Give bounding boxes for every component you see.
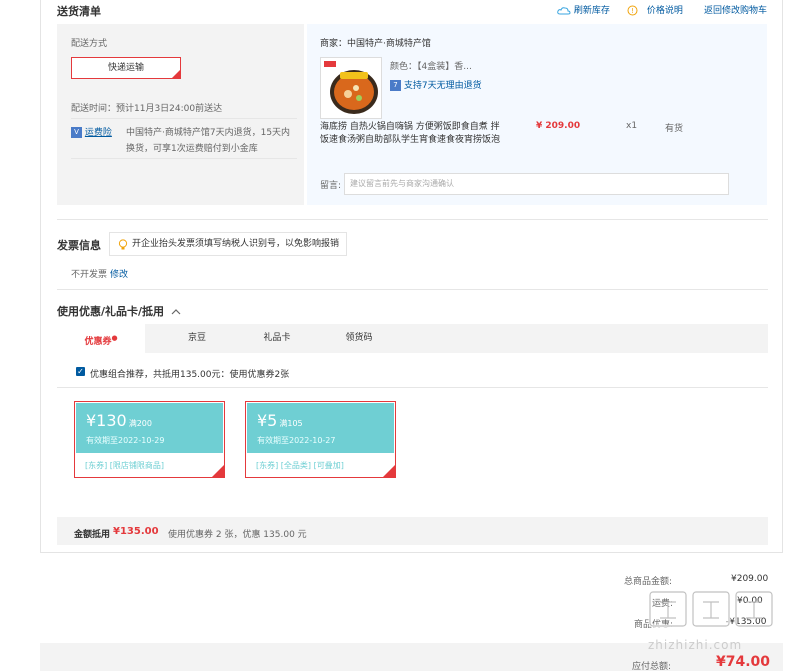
watermark: zhizhizhi.com xyxy=(648,588,788,652)
refresh-stock-label: 刷新库存 xyxy=(573,6,610,16)
recommend-text: 优惠组合推荐，共抵用135.00元：使用优惠券2张 xyxy=(90,370,290,380)
coupon-tags: [东券] [全品类] [可叠加] xyxy=(256,461,344,470)
lightbulb-icon xyxy=(118,239,128,250)
selected-corner-icon xyxy=(383,465,395,477)
info-circle-icon: ! xyxy=(627,5,638,16)
goods-total-label: 总商品金额: xyxy=(624,577,673,587)
freight-insurance-desc: 中国特产·商城特产馆7天内退货，15天内 换货，可享1次运费赔付到小金库 xyxy=(126,125,296,157)
tab-coupon-label: 优惠券 xyxy=(84,337,112,347)
message-label: 留言: xyxy=(320,181,342,191)
invoice-status: 不开发票 xyxy=(71,270,108,280)
goods-total-value: ¥209.00 xyxy=(731,574,769,584)
coupon-condition: 满200 xyxy=(128,419,152,428)
payable-value: ¥74.00 xyxy=(716,654,771,670)
coupon-amount-value: ¥130 xyxy=(86,411,127,430)
discount-title[interactable]: 使用优惠/礼品卡/抵用 xyxy=(57,303,181,319)
tab-pickup-code[interactable]: 领货码 xyxy=(329,324,389,353)
price-info-link[interactable]: ! 价格说明 xyxy=(627,3,683,16)
coupon-expiry: 有效期至2022-10-29 xyxy=(86,436,165,445)
divider xyxy=(71,118,297,119)
chevron-up-icon xyxy=(171,309,181,315)
coupon-card[interactable]: ¥5 满105 有效期至2022-10-27 [东券] [全品类] [可叠加] xyxy=(245,401,396,478)
back-to-cart-link[interactable]: 返回修改购物车 xyxy=(704,3,767,16)
coupon-header: ¥130 满200 有效期至2022-10-29 xyxy=(76,403,223,453)
hotpot-product-thumbnail-icon xyxy=(321,58,381,118)
return-policy-label: 支持7天无理由退货 xyxy=(403,81,482,91)
refresh-stock-link[interactable]: 刷新库存 xyxy=(557,3,610,16)
product-name-line: 海底捞 自热火锅自嗨锅 方便粥饭即食自煮 拌 xyxy=(320,122,500,132)
selected-corner-icon xyxy=(172,70,180,78)
product-name-line: 饭速食汤粥自助部队学生宵食速食夜宵捞饭泡 xyxy=(320,135,501,145)
coupon-card[interactable]: ¥130 满200 有效期至2022-10-29 [东券] [限店铺限商品] xyxy=(74,401,225,478)
product-quantity: x1 xyxy=(626,121,638,131)
recommend-checkbox[interactable]: ✓ xyxy=(76,367,85,376)
discount-title-label: 使用优惠/礼品卡/抵用 xyxy=(57,305,165,318)
freight-insurance-desc-line: 换货，可享1次运费赔付到小金库 xyxy=(126,144,258,154)
tab-gift-card[interactable]: 礼品卡 xyxy=(247,324,307,353)
coupon-expiry: 有效期至2022-10-27 xyxy=(257,436,336,445)
discount-total-value: ¥135.00 xyxy=(113,526,159,537)
shipping-method-label: 配送方式 xyxy=(71,39,108,49)
tab-jingdou[interactable]: 京豆 xyxy=(167,324,227,353)
payable-label: 应付总额: xyxy=(632,662,672,671)
shield-icon: V xyxy=(71,127,82,138)
invoice-modify-link[interactable]: 修改 xyxy=(110,267,128,280)
coupon-amount: ¥130 满200 xyxy=(86,411,152,430)
coupon-header: ¥5 满105 有效期至2022-10-27 xyxy=(247,403,394,453)
invoice-title: 发票信息 xyxy=(57,239,101,252)
freight-insurance-label: 运费险 xyxy=(84,128,112,138)
freight-insurance-desc-line: 中国特产·商城特产馆7天内退货，15天内 xyxy=(126,128,291,138)
return-policy: 7 支持7天无理由退货 xyxy=(390,78,482,91)
freight-insurance-badge[interactable]: V 运费险 xyxy=(71,125,112,138)
discount-tabs: 优惠券● 京豆 礼品卡 领货码 xyxy=(57,324,768,353)
express-shipping-button[interactable]: 快递运输 xyxy=(71,57,181,79)
invoice-tip: 开企业抬头发票须填写纳税人识别号，以免影响报销 xyxy=(109,232,347,256)
selected-corner-icon xyxy=(212,465,224,477)
discount-footer xyxy=(57,517,768,545)
discount-total-desc: 使用优惠券 2 张，优惠 135.00 元 xyxy=(168,530,307,540)
return-icon: 7 xyxy=(390,80,401,91)
divider xyxy=(57,219,768,220)
cloud-refresh-icon xyxy=(557,6,571,14)
delivery-time: 配送时间：预计11月3日24:00前送达 xyxy=(71,104,223,114)
coupon-amount-value: ¥5 xyxy=(257,411,278,430)
coupon-amount: ¥5 满105 xyxy=(257,411,303,430)
message-input[interactable]: 建议留言前先与商家沟通确认 xyxy=(344,173,729,195)
invoice-tip-text: 开企业抬头发票须填写纳税人识别号，以免影响报销 xyxy=(132,239,340,249)
coupon-tags: [东券] [限店铺限商品] xyxy=(85,461,165,470)
svg-text:!: ! xyxy=(631,7,634,15)
product-image[interactable] xyxy=(320,57,382,119)
coupon-condition: 满105 xyxy=(279,419,303,428)
shipping-panel xyxy=(57,24,304,205)
checkout-page: 送货清单 刷新库存 ! 价格说明 返回修改购物车 配送方式 快递运输 配送时间：… xyxy=(0,0,793,671)
price-info-label: 价格说明 xyxy=(646,6,683,16)
tab-coupon[interactable]: 优惠券● xyxy=(57,324,145,353)
express-shipping-label: 快递运输 xyxy=(107,63,144,73)
product-price: ¥ 209.00 xyxy=(536,121,581,131)
seller-name: 商家：中国特产·商城特产馆 xyxy=(320,39,431,49)
section-title-delivery-list: 送货清单 xyxy=(57,5,101,18)
watermark-text: zhizhizhi.com xyxy=(648,638,743,652)
new-dot-icon: ● xyxy=(111,334,118,342)
discount-total-label: 金额抵用 xyxy=(74,530,111,540)
divider xyxy=(57,289,768,290)
divider xyxy=(57,387,768,388)
stock-status: 有货 xyxy=(665,124,684,134)
product-color: 颜色：【4盒装】香... xyxy=(390,62,472,72)
product-name[interactable]: 海底捞 自热火锅自嗨锅 方便粥饭即食自煮 拌 饭速食汤粥自助部队学生宵食速食夜宵… xyxy=(320,121,510,147)
divider xyxy=(71,158,297,159)
